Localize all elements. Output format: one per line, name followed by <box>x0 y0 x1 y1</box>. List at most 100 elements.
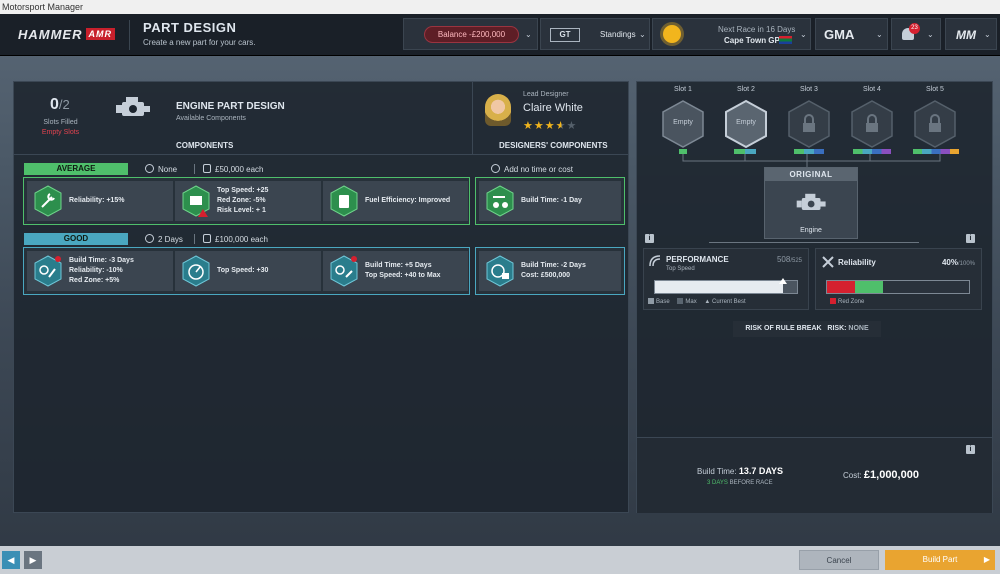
bottom-bar: ◀ ▶ Cancel Build Part ▶ <box>0 546 1000 574</box>
arrow-right-icon: ▶ <box>983 555 990 564</box>
component-card[interactable]: Top Speed: +30 <box>175 251 321 291</box>
slot-name: Slot 1 <box>674 86 692 93</box>
component-effect: Build Time: -3 Days <box>69 257 134 264</box>
engine-icon <box>796 193 826 210</box>
tier-time-average: None <box>145 164 177 174</box>
flag-icon <box>779 36 792 44</box>
sponsor-panel[interactable]: GMA ⌄ <box>815 18 888 50</box>
tier-group-good: Build Time: -3 Days Reliability: -10% Re… <box>23 247 470 295</box>
tier-time-value: 2 Days <box>158 235 183 244</box>
reliability-current: 40% <box>941 258 958 267</box>
component-card[interactable]: Build Time: +5 Days Top Speed: +40 to Ma… <box>323 251 468 291</box>
cost-label: Cost: <box>843 471 862 480</box>
performance-current: 508 <box>776 255 791 264</box>
legend-swatch <box>648 298 654 304</box>
slot-state: Empty <box>736 119 756 126</box>
page-title: PART DESIGN <box>143 20 237 35</box>
timer-gauge-icon <box>330 255 358 287</box>
slots-filled-value: 0 <box>50 96 59 113</box>
components-panel: 0/2 Slots Filled Empty Slots ENGINE PART… <box>13 81 629 513</box>
designer-note-text: Add no time or cost <box>504 165 573 174</box>
forward-arrow-icon[interactable]: ▶ <box>24 551 42 569</box>
notifications-panel[interactable]: 23 ⌄ <box>891 18 941 50</box>
divider <box>194 164 195 174</box>
performance-bar-fill <box>655 281 783 293</box>
clock-icon <box>491 164 500 173</box>
chevron-down-icon: ⌄ <box>927 30 934 39</box>
lead-designer-name: Claire White <box>523 102 583 114</box>
up-arrow-icon: ▲ <box>704 299 711 305</box>
page-subtitle: Create a new part for your cars. <box>143 38 256 47</box>
reliability-max: /100% <box>957 261 975 267</box>
build-time-value: 13.7 DAYS <box>738 466 784 476</box>
component-effect: Build Time: -1 Day <box>521 197 582 204</box>
chevron-down-icon: ⌄ <box>525 30 532 39</box>
chevron-down-icon: ⌄ <box>800 30 807 39</box>
team-logo[interactable]: HAMMER AMR <box>18 27 115 42</box>
gauge-icon <box>182 255 210 287</box>
component-card[interactable]: Reliability: +15% <box>27 181 173 221</box>
build-part-label: Build Part <box>922 555 958 564</box>
component-card[interactable]: Build Time: -3 Days Reliability: -10% Re… <box>27 251 173 291</box>
menu-panel[interactable]: MM ⌄ <box>945 18 997 50</box>
slot-4[interactable]: Slot 4 <box>841 86 903 93</box>
performance-legend: Base Max ▲ Current Best <box>648 298 746 305</box>
performance-subtitle: Top Speed <box>666 266 695 272</box>
standings-panel[interactable]: GT Standings ⌄ <box>540 18 650 50</box>
tier-label-good: GOOD <box>24 233 128 245</box>
slot-5[interactable]: Slot 5 <box>904 86 966 93</box>
star-icon: ★ <box>523 120 534 132</box>
coins-timer-icon <box>486 255 514 287</box>
info-icon[interactable]: i <box>966 445 975 454</box>
star-icon: ★ <box>544 120 556 132</box>
connector-line <box>709 242 919 243</box>
tier-cost-value: £100,000 each <box>215 235 268 244</box>
designer-rating-stars: ★★★★★ <box>523 119 577 132</box>
slot-2[interactable]: Slot 2 <box>715 86 777 93</box>
slot-3[interactable]: Slot 3 <box>778 86 840 93</box>
reliability-title: Reliability <box>838 258 876 267</box>
coins-icon <box>203 234 211 243</box>
tier-label-average: AVERAGE <box>24 163 128 175</box>
empty-slots-label: Empty Slots <box>41 129 80 136</box>
slot-1[interactable]: Slot 1 <box>652 86 714 93</box>
engine-icon <box>116 97 150 116</box>
component-effect: Top Speed: +25 <box>217 187 269 194</box>
component-effect: Cost: £500,000 <box>521 272 571 279</box>
component-effect: Risk Level: + 1 <box>217 207 266 214</box>
designer-component-card[interactable]: Build Time: -2 Days Cost: £500,000 <box>479 251 621 291</box>
component-effect: Red Zone: -5% <box>217 197 266 204</box>
lead-designer-box[interactable]: Lead Designer Claire White ★★★★★ DESIGNE… <box>472 82 629 154</box>
performance-box: PERFORMANCE Top Speed 508/525 Base Max ▲… <box>643 248 809 310</box>
notification-count: 23 <box>909 23 920 34</box>
before-race: 3 DAYS BEFORE RACE <box>707 480 773 486</box>
slots-total: /2 <box>58 97 70 112</box>
coins-icon <box>203 164 211 173</box>
series-logo: GT <box>550 28 580 42</box>
cancel-button[interactable]: Cancel <box>799 550 879 570</box>
legend-swatch <box>830 298 836 304</box>
before-race-days: 3 DAYS <box>707 480 728 486</box>
before-race-label: BEFORE RACE <box>729 480 773 486</box>
next-race-panel[interactable]: Next Race in 16 Days Cape Town GP ⌄ <box>652 18 811 50</box>
header-divider <box>14 154 628 155</box>
tier-group-average: Reliability: +15% Top Speed: +25 Red Zon… <box>23 177 470 225</box>
team-logo-text: HAMMER <box>18 27 83 42</box>
slots-filled-label: Slots Filled <box>43 119 78 126</box>
legend-current-best: Current Best <box>712 299 746 305</box>
info-icon[interactable]: i <box>645 234 654 243</box>
build-part-button[interactable]: Build Part ▶ <box>885 550 995 570</box>
slots-filled-count: 0/2 <box>50 96 70 114</box>
balance-panel[interactable]: Balance -£200,000 ⌄ <box>403 18 538 50</box>
designer-component-card[interactable]: Build Time: -1 Day <box>479 181 621 221</box>
component-card[interactable]: Top Speed: +25 Red Zone: -5% Risk Level:… <box>175 181 321 221</box>
components-header: COMPONENTS <box>176 141 234 150</box>
sponsor-logo: GMA <box>824 27 855 42</box>
back-arrow-icon[interactable]: ◀ <box>2 551 20 569</box>
performance-value: 508/525 <box>777 255 802 264</box>
component-card[interactable]: Fuel Efficiency: Improved <box>323 181 468 221</box>
original-part-name: Engine <box>800 227 822 234</box>
info-icon[interactable]: i <box>966 234 975 243</box>
engine-warning-icon <box>182 185 210 217</box>
component-effect: Reliability: -10% <box>69 267 123 274</box>
